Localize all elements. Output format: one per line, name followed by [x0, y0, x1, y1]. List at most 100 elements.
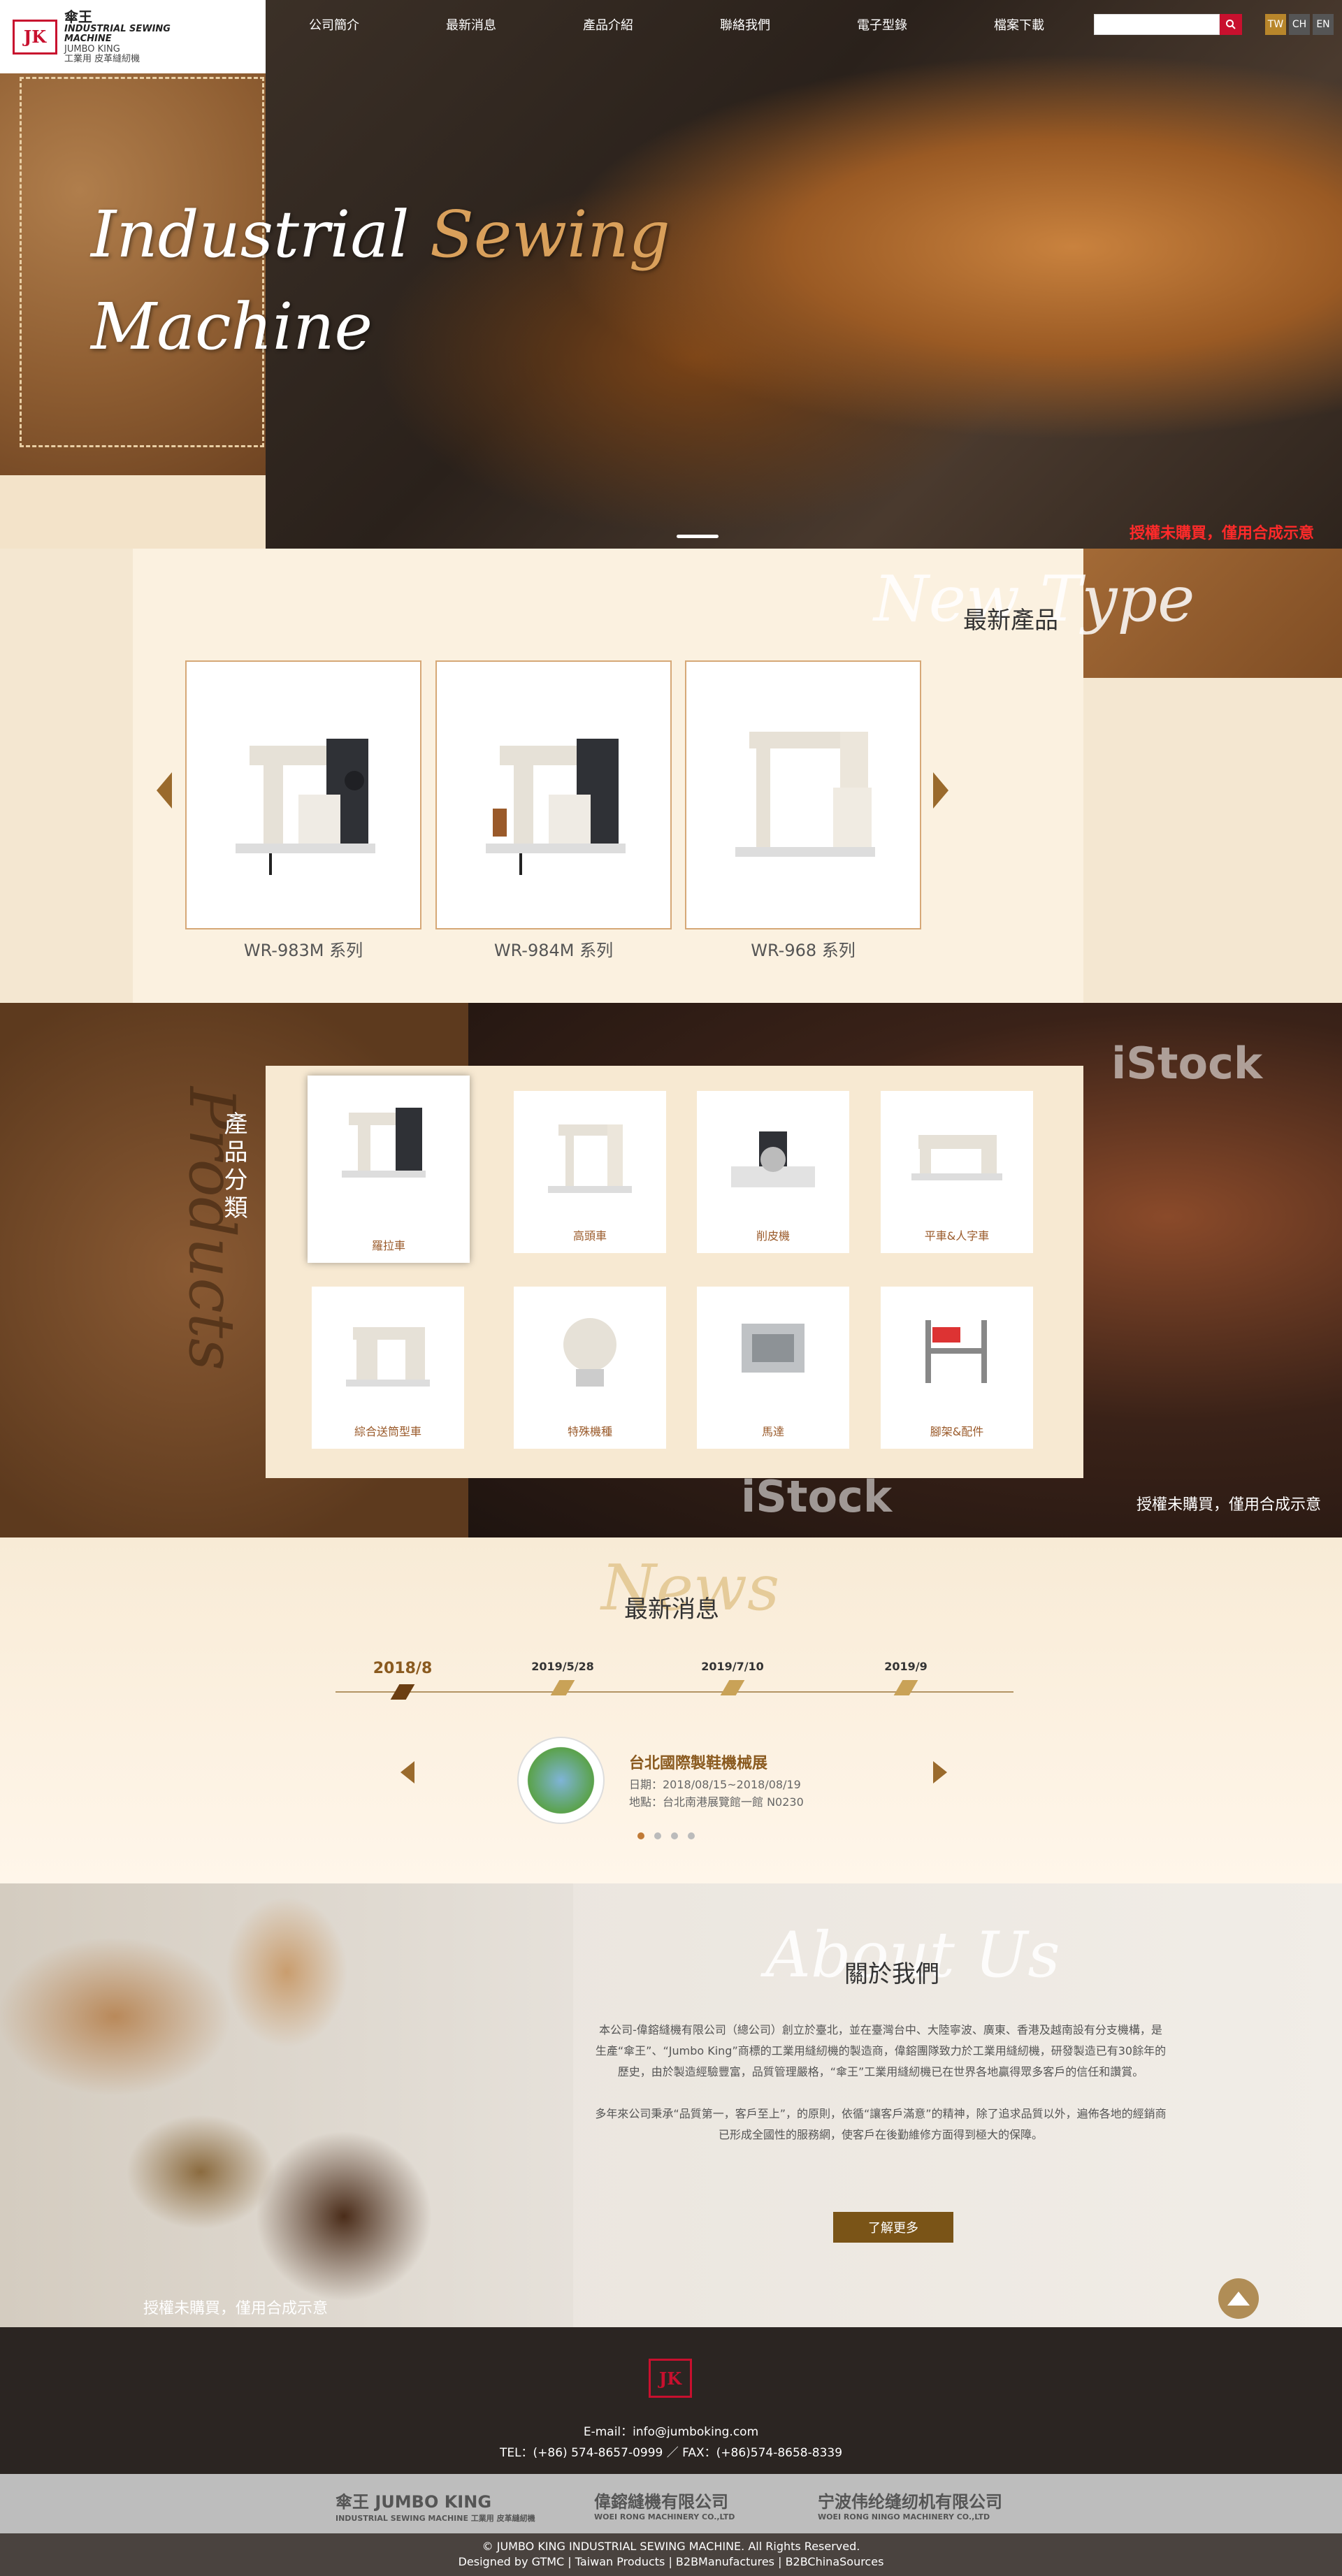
logo-en-line1: INDUSTRIAL SEWING — [64, 23, 171, 34]
prev-arrow-icon[interactable] — [401, 1761, 414, 1783]
category-image — [742, 1324, 805, 1373]
category-label: 綜合送筒型車 — [354, 1425, 421, 1438]
watermark-text: iStock — [1111, 1038, 1263, 1089]
footer-link[interactable]: B2BChinaSources — [786, 2555, 884, 2568]
partner-name: 傘王 JUMBO KING — [336, 2492, 492, 2512]
product-card[interactable] — [185, 660, 421, 929]
product-card[interactable] — [685, 660, 921, 929]
category-card[interactable]: 削皮機 — [697, 1091, 849, 1253]
category-label: 高頭車 — [572, 1229, 607, 1243]
learn-more-button[interactable]: 了解更多 — [833, 2212, 953, 2243]
footer-link[interactable]: B2BManufactures — [676, 2555, 774, 2568]
logo-en-line2: MACHINE — [64, 34, 112, 45]
search-icon — [1226, 20, 1236, 29]
partner-en: INDUSTRIAL SEWING MACHINE 工業用 皮革縫紉機 — [336, 2514, 535, 2523]
logo-brand: JUMBO KING — [64, 43, 120, 55]
news-title[interactable]: 台北國際製鞋機械展 — [629, 1751, 767, 1773]
designer-link[interactable]: Designed by GTMC — [459, 2555, 565, 2568]
category-image — [548, 1124, 632, 1193]
timeline-item[interactable]: 2019/5/28 — [521, 1660, 605, 1695]
hero-title: Industrial Sewing Machine — [91, 189, 670, 373]
category-label: 削皮機 — [756, 1229, 790, 1243]
footer-logo-icon: JK — [649, 2359, 692, 2398]
nav-item-download[interactable]: 檔案下載 — [951, 15, 1088, 34]
site-logo[interactable]: JK 傘王 INDUSTRIAL SEWING MACHINE JUMBO KI… — [0, 0, 266, 73]
watermark-text: iStock — [741, 1471, 893, 1522]
back-to-top-button[interactable] — [1218, 2278, 1259, 2319]
timeline-marker — [390, 1684, 415, 1700]
product-name[interactable]: WR-984M 系列 — [435, 936, 672, 961]
category-image — [925, 1320, 987, 1383]
nav-item-news[interactable]: 最新消息 — [403, 15, 540, 34]
partner-logo-jumboking[interactable]: 傘王 JUMBO KING INDUSTRIAL SEWING MACHINE … — [336, 2488, 535, 2524]
pagination-dot[interactable] — [671, 1832, 678, 1839]
timeline-marker — [550, 1680, 575, 1695]
footer-link[interactable]: Taiwan Products — [575, 2555, 665, 2568]
sewing-machine-image — [735, 732, 875, 857]
logo-mark-icon: JK — [13, 19, 57, 55]
partner-name: 偉鎔縫機有限公司 — [594, 2492, 728, 2512]
category-card[interactable]: 綜合送筒型車 — [312, 1287, 464, 1449]
search-input[interactable] — [1094, 14, 1220, 35]
category-image — [342, 1108, 426, 1178]
sewing-machine-image — [236, 739, 375, 875]
product-name[interactable]: WR-968 系列 — [685, 936, 921, 961]
nav-item-contact[interactable]: 聯絡我們 — [677, 15, 814, 34]
arrow-up-icon — [1227, 2292, 1250, 2306]
hero-slide-indicator[interactable] — [677, 535, 719, 538]
footer-email: E-mail：info@jumboking.com — [583, 2425, 759, 2439]
prev-arrow-icon[interactable] — [157, 772, 172, 809]
timeline-date: 2019/9 — [884, 1660, 928, 1673]
news-thumbnail[interactable] — [517, 1737, 605, 1824]
new-products-section: New Type 最新產品 WR-983M 系列 WR-984M 系列 WR-9… — [0, 549, 1342, 1003]
nav-item-about[interactable]: 公司簡介 — [266, 15, 403, 34]
category-card[interactable]: 平車&人字車 — [881, 1091, 1033, 1253]
timeline-item[interactable]: 2019/9 — [864, 1660, 948, 1695]
categories-disclaimer: 授權未購買，僅用合成示意 — [1136, 1496, 1321, 1514]
product-name[interactable]: WR-983M 系列 — [185, 936, 421, 961]
partner-logo-woeirong[interactable]: 偉鎔縫機有限公司 WOEI RONG MACHINERY CO.,LTD — [594, 2488, 735, 2521]
lang-tw[interactable]: TW — [1265, 14, 1286, 35]
next-arrow-icon[interactable] — [933, 772, 948, 809]
category-card[interactable]: 腳架&配件 — [881, 1287, 1033, 1449]
partner-logo-ningbo[interactable]: 宁波伟纶缝纫机有限公司 WOEI RONG NINGO MACHINERY CO… — [818, 2488, 1002, 2521]
partner-en: WOEI RONG NINGO MACHINERY CO.,LTD — [818, 2512, 990, 2521]
category-label: 平車&人字車 — [924, 1229, 990, 1243]
pagination-dot[interactable] — [654, 1832, 661, 1839]
lang-en[interactable]: EN — [1313, 14, 1334, 35]
hero-title-word2: Sewing — [429, 197, 670, 272]
category-card[interactable]: 特殊機種 — [514, 1287, 666, 1449]
category-card[interactable]: 羅拉車 — [308, 1076, 470, 1263]
nav-item-products[interactable]: 產品介紹 — [540, 15, 677, 34]
news-date: 日期：2018/08/15~2018/08/19 — [629, 1778, 801, 1791]
category-label: 羅拉車 — [371, 1239, 405, 1252]
category-card[interactable]: 馬達 — [697, 1287, 849, 1449]
category-image — [731, 1131, 815, 1187]
timeline-date: 2019/7/10 — [701, 1660, 764, 1673]
partner-name: 宁波伟纶缝纫机有限公司 — [818, 2492, 1002, 2512]
lang-ch[interactable]: CH — [1289, 14, 1310, 35]
product-card[interactable] — [435, 660, 672, 929]
search-button[interactable] — [1220, 14, 1242, 35]
category-image — [563, 1318, 616, 1387]
timeline-item[interactable]: 2018/8 — [361, 1660, 445, 1700]
category-image — [911, 1135, 1002, 1180]
timeline-date: 2018/8 — [373, 1660, 433, 1677]
pagination-dot[interactable] — [688, 1832, 695, 1839]
about-description: 本公司-偉鎔縫機有限公司（總公司）創立於臺北，並在臺灣台中、大陸寧波、廣東、香港… — [594, 2020, 1167, 2146]
category-card[interactable]: 高頭車 — [514, 1091, 666, 1253]
next-arrow-icon[interactable] — [933, 1761, 947, 1783]
pagination-dot[interactable] — [637, 1832, 644, 1839]
hero-section: JK 傘王 INDUSTRIAL SEWING MACHINE JUMBO KI… — [0, 0, 1342, 549]
category-label: 腳架&配件 — [930, 1425, 984, 1438]
about-paragraph: 多年來公司秉承“品質第一，客戶至上”，的原則，依循“讓客戶滿意”的精神，除了追求… — [595, 2107, 1167, 2141]
timeline-item[interactable]: 2019/7/10 — [691, 1660, 774, 1695]
nav-item-catalog[interactable]: 電子型錄 — [814, 15, 951, 34]
news-section: News 最新消息 2018/8 2019/5/28 2019/7/10 201… — [0, 1537, 1342, 1883]
categories-panel: 羅拉車 高頭車 削皮機 平車&人字車 綜合送筒型車 特殊機種 馬達 腳架&配件 — [266, 1066, 1083, 1478]
logo-sub: 工業用 皮革縫紉機 — [64, 53, 140, 64]
credits: Designed by GTMC | Taiwan Products | B2B… — [458, 2555, 884, 2568]
hero-title-word1: Industrial — [91, 197, 410, 272]
search-bar — [1094, 14, 1242, 35]
section-title: 關於我們 — [844, 1960, 939, 1988]
